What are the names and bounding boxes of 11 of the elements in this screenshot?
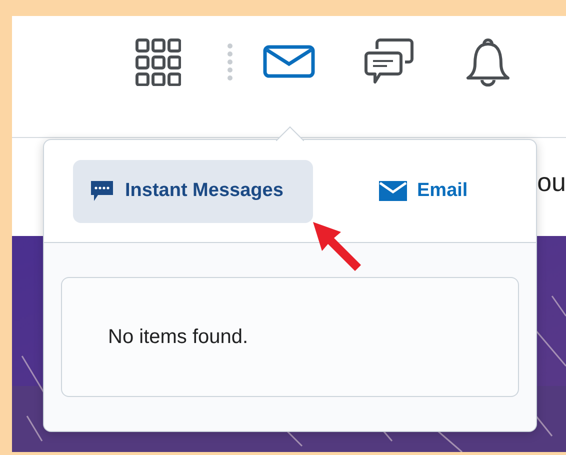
bell-icon[interactable] — [465, 36, 511, 88]
chat-bubbles-icon[interactable] — [363, 36, 415, 86]
pointer-arrow — [311, 220, 363, 272]
mail-icon — [379, 181, 407, 201]
apps-grid-icon[interactable] — [135, 38, 181, 86]
tab[interactable]: Email — [363, 160, 484, 222]
chat-icon — [89, 179, 115, 203]
empty-message: No items found. — [108, 325, 248, 350]
tab[interactable]: Instant Messages — [73, 160, 313, 222]
mail-icon[interactable] — [263, 44, 315, 78]
background-text: ou — [537, 169, 566, 195]
